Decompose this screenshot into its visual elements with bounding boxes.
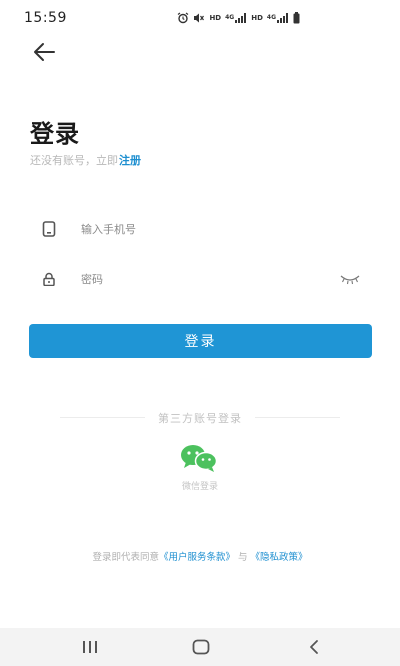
phone-input[interactable] bbox=[81, 214, 311, 244]
home-button[interactable] bbox=[181, 636, 221, 658]
phone-icon bbox=[40, 220, 58, 238]
status-icons: HD 4G HD 4G bbox=[177, 11, 300, 25]
register-link[interactable]: 注册 bbox=[119, 154, 141, 167]
terms-link[interactable]: 《用户服务条款》 bbox=[159, 552, 235, 563]
password-input[interactable] bbox=[81, 264, 311, 294]
login-screen: 15:59 HD 4G HD 4G 登录 还没有账号，立即注册 输入手机号 登录… bbox=[0, 0, 400, 666]
system-nav-bar bbox=[0, 628, 400, 666]
mute-icon bbox=[193, 12, 205, 24]
agreement-text: 登录即代表同意《用户服务条款》 与 《隐私政策》 bbox=[0, 549, 400, 563]
eye-closed-icon[interactable] bbox=[338, 271, 362, 287]
phone-field bbox=[30, 209, 370, 249]
no-account-text: 还没有账号，立即 bbox=[30, 154, 118, 167]
wechat-label: 微信登录 bbox=[181, 482, 218, 492]
agreement-prefix: 登录即代表同意 bbox=[92, 552, 159, 563]
wechat-login-button[interactable] bbox=[178, 443, 222, 473]
back-button[interactable] bbox=[28, 36, 60, 68]
agreement-conjunction: 与 bbox=[238, 552, 248, 563]
password-field bbox=[30, 259, 370, 299]
battery-icon bbox=[293, 12, 300, 24]
hd-label: HD bbox=[209, 13, 222, 22]
recents-icon bbox=[83, 641, 97, 653]
privacy-link[interactable]: 《隐私政策》 bbox=[251, 552, 308, 563]
network-label: 4G bbox=[225, 14, 235, 21]
register-prompt: 还没有账号，立即注册 bbox=[30, 152, 141, 168]
4g-signal-icon: 4G bbox=[225, 13, 247, 23]
back-icon bbox=[310, 640, 318, 654]
status-bar: 15:59 HD 4G HD 4G bbox=[0, 0, 400, 36]
4g-signal-icon-2: 4G bbox=[267, 13, 289, 23]
third-party-title: 第三方账号登录 bbox=[158, 412, 242, 425]
lock-icon bbox=[40, 270, 58, 288]
network-label-2: 4G bbox=[266, 14, 276, 21]
back-arrow-icon bbox=[34, 43, 55, 61]
page-title: 登录 bbox=[30, 120, 80, 148]
system-back-button[interactable] bbox=[294, 636, 334, 658]
alarm-icon bbox=[177, 12, 189, 24]
login-button[interactable]: 登录 bbox=[29, 324, 372, 358]
wechat-icon bbox=[181, 445, 218, 472]
recents-button[interactable] bbox=[70, 636, 110, 658]
hd-label-2: HD bbox=[251, 13, 263, 22]
status-time: 15:59 bbox=[24, 10, 67, 26]
home-icon bbox=[192, 639, 210, 655]
